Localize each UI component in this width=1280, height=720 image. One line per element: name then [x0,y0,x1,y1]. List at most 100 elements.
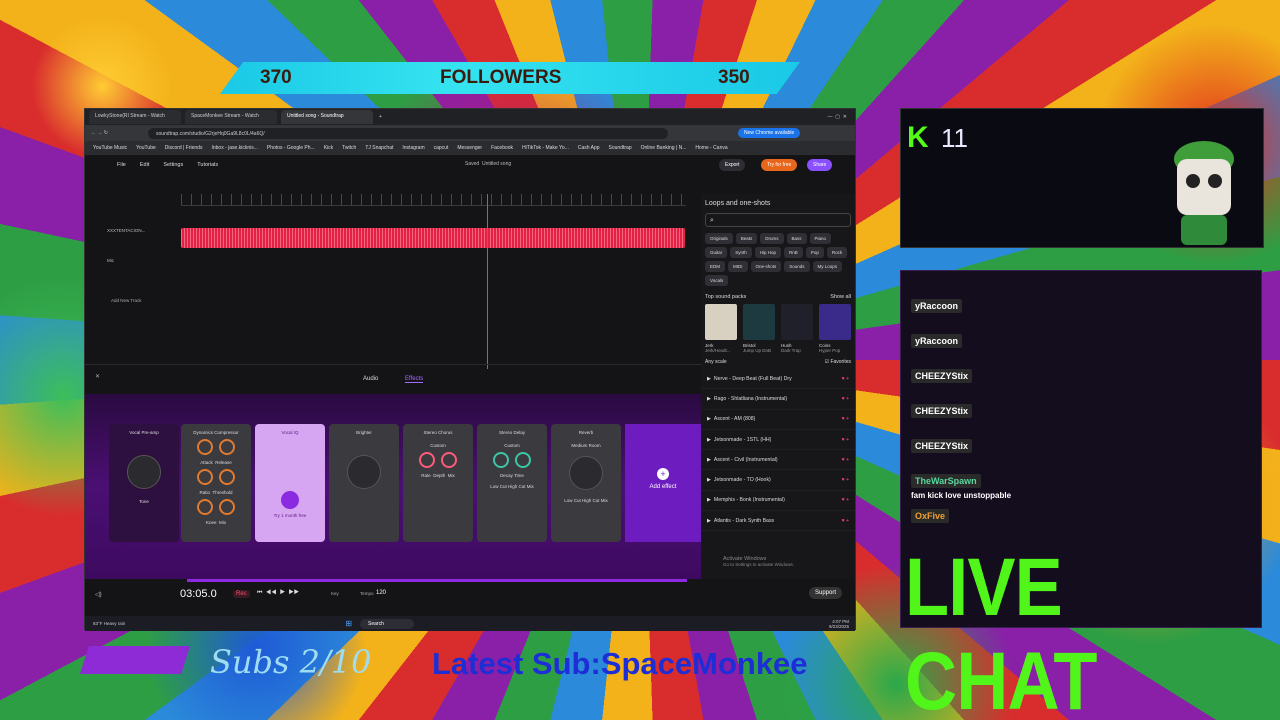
reverb-knob[interactable] [569,456,603,490]
favorites-checkbox[interactable]: ☑ Favorites [825,359,851,365]
scale-select[interactable]: Any scale [705,359,727,365]
effect-stereo-delay[interactable]: Stereo Delay Custom Decay Time Low Cut H… [477,424,547,542]
effect-compressor[interactable]: Dynamics Compressor Attack Release Ratio… [181,424,251,542]
show-all-link[interactable]: Show all [830,294,851,300]
chip-synth[interactable]: Synth [730,247,752,258]
heart-icon[interactable]: ♥ + [841,396,849,402]
bookmark-item[interactable]: Cash App [578,145,600,151]
play-icon[interactable]: ▶ [707,376,714,382]
bookmark-item[interactable]: Inbox - jase.kicknis... [211,145,257,151]
windows-start-icon[interactable]: ⊞ [345,619,352,628]
chip-rnb[interactable]: RnB [784,247,803,258]
tab-audio[interactable]: Audio [363,376,378,382]
chip-vocals[interactable]: Vocals [705,275,729,286]
key-select[interactable]: Key [331,591,339,596]
try-free-link[interactable]: Try 1 month free [255,513,325,518]
browser-tab-1[interactable]: LowkyStone(RI Stream - Watch [89,110,181,124]
pack-card[interactable]: Hush Dark Trap [781,304,813,353]
loops-search-input[interactable]: ⌕ [705,213,851,227]
timeline-ruler[interactable] [181,194,686,206]
bookmark-item[interactable]: Home - Canva [695,145,727,151]
rate-knob[interactable] [419,452,435,468]
browser-tab-3[interactable]: Untitled song - Soundtrap [281,110,373,124]
weather-widget[interactable]: 83°F Heavy rain [85,621,125,626]
track-row[interactable]: Mic [95,256,685,280]
window-controls-icon[interactable]: — ▢ ✕ [828,114,855,120]
bookmark-item[interactable]: Kick [324,145,333,151]
pack-card[interactable]: Bristol Jump Up DnB [743,304,775,353]
support-button[interactable]: Support [809,587,843,599]
browser-tab-2[interactable]: SpaceMonkee Stream - Watch [185,110,277,124]
ratio-knob[interactable] [197,469,213,485]
try-free-button[interactable]: Try for free [761,159,798,171]
loop-item[interactable]: ▶ Atlantis - Dark Synth Bass ♥ + [701,511,855,532]
preset-select[interactable]: Medium Room [551,443,621,448]
export-button[interactable]: Export [719,159,746,171]
heart-icon[interactable]: ♥ + [841,518,849,524]
attack-knob[interactable] [197,439,213,455]
loop-item[interactable]: ▶ Rago - Shlatliana (Instrumental) ♥ + [701,389,855,410]
chip-beats[interactable]: Beats [735,233,758,244]
effect-brighter[interactable]: Brighter [329,424,399,542]
volume-icon[interactable]: ◁) [95,591,102,598]
taskbar-search[interactable]: Search [360,618,414,629]
effect-vocal-preamp[interactable]: Vocal Pre-amp Tone [109,424,179,542]
preset-select[interactable]: Custom [477,443,547,448]
new-tab-icon[interactable]: + [379,114,382,120]
effect-stereo-chorus[interactable]: Stereo Chorus Custom Rate Depth Mix [403,424,473,542]
menu-tutorials[interactable]: Tutorials [197,162,218,168]
taskbar-clock[interactable]: 4:07 PM 9/23/2025 [829,619,855,629]
chip-rock[interactable]: Rock [826,247,848,258]
url-input[interactable]: soundtrap.com/studio/G2rjeHq0Ga9L8c0L/4a… [147,127,668,139]
preset-select[interactable]: Custom [403,443,473,448]
chip-originals[interactable]: Originals [705,233,733,244]
nav-arrows-icon[interactable]: ← → ↻ [91,130,108,136]
threshold-knob[interactable] [219,469,235,485]
bookmark-item[interactable]: HiTikTok - Make Yo... [522,145,569,151]
chip-myloops[interactable]: My Loops [812,261,843,272]
chip-hiphop[interactable]: Hip Hop [754,247,782,258]
play-icon[interactable]: ▶ [707,477,714,483]
loop-item[interactable]: ▶ Ascent - Civil (Instrumental) ♥ + [701,450,855,471]
play-icon[interactable]: ▶ [707,457,714,463]
chip-drums[interactable]: Drums [760,233,784,244]
bookmark-item[interactable]: Facebook [491,145,513,151]
decay-knob[interactable] [493,452,509,468]
bookmark-item[interactable]: Twitch [342,145,356,151]
menu-edit[interactable]: Edit [140,162,149,168]
waveform-clip[interactable] [181,228,685,248]
chip-guitar[interactable]: Guitar [705,247,728,258]
play-icon[interactable]: ▶ [707,416,714,422]
bookmark-item[interactable]: TJ Snapchat [365,145,393,151]
record-button[interactable]: Rec [233,590,250,598]
song-title[interactable]: Saved Untitled song [465,161,511,167]
close-panel-icon[interactable]: ✕ [95,373,100,380]
chrome-update-badge[interactable]: New Chrome available [737,128,801,138]
heart-icon[interactable]: ♥ + [841,416,849,422]
pack-card[interactable]: Coins Hyper Pop [819,304,851,353]
bookmark-item[interactable]: Messenger [457,145,482,151]
bookmark-item[interactable]: YouTube Music [93,145,127,151]
heart-icon[interactable]: ♥ + [841,457,849,463]
heart-icon[interactable]: ♥ + [841,437,849,443]
playhead[interactable] [487,194,488,369]
heart-icon[interactable]: ♥ + [841,477,849,483]
bookmark-item[interactable]: Soundtrap [609,145,632,151]
bookmark-item[interactable]: Photos - Google Ph... [267,145,315,151]
bookmark-item[interactable]: Instagram [402,145,424,151]
pack-card[interactable]: Jerk Jerk/Hoodt... [705,304,737,353]
effect-vocal-iq[interactable]: Vocal IQ Try 1 month free [255,424,325,542]
loop-item[interactable]: ▶ Jetsonmade - TO (Hook) ♥ + [701,470,855,491]
effect-reverb[interactable]: Reverb Medium Room Low Cut High Cut Mix [551,424,621,542]
loop-item[interactable]: ▶ Ascent - AM (808) ♥ + [701,410,855,430]
mix-knob[interactable] [219,499,235,515]
chip-piano[interactable]: Piano [809,233,832,244]
brighter-knob[interactable] [347,455,381,489]
play-icon[interactable]: ▶ [707,396,714,402]
play-icon[interactable]: ▶ [707,497,714,503]
track-row[interactable]: XXXTENTACION... [95,226,685,250]
release-knob[interactable] [219,439,235,455]
playback-controls-icon[interactable]: ⏮ ◀◀ ▶ ▶▶ [257,590,299,597]
play-icon[interactable]: ▶ [707,437,714,443]
add-effect-button[interactable]: + Add effect [625,424,701,542]
